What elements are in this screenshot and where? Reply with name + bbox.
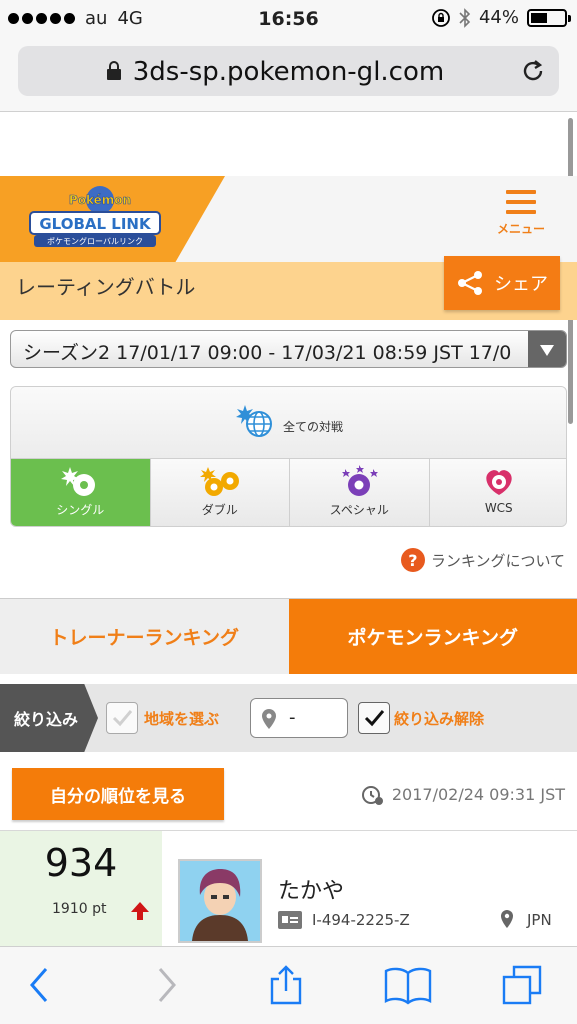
tab-trainer-ranking[interactable]: トレーナーランキング: [0, 599, 289, 674]
filter-label: 絞り込み: [0, 684, 98, 752]
svg-text:Pokémon: Pokémon: [69, 193, 131, 207]
filter-bar: 絞り込み 地域を選ぶ - 絞り込み解除: [0, 684, 577, 752]
check-icon: [364, 710, 385, 727]
svg-text:GLOBAL LINK: GLOBAL LINK: [39, 215, 152, 233]
tabs-icon[interactable]: [502, 965, 542, 1005]
hamburger-icon: [493, 190, 549, 214]
tab-pokemon-ranking[interactable]: ポケモンランキング: [288, 599, 577, 674]
country-code: JPN: [527, 911, 552, 929]
season-select[interactable]: シーズン2 17/01/17 09:00 - 17/03/21 08:59 JS…: [10, 330, 567, 368]
check-icon: [112, 710, 133, 727]
ranking-tabs: トレーナーランキング ポケモンランキング: [0, 598, 577, 674]
browser-address-area: 3ds-sp.pokemon-gl.com: [0, 40, 577, 112]
tab-wcs[interactable]: WCS: [429, 459, 566, 526]
special-battle-icon: [342, 465, 379, 496]
back-icon[interactable]: [20, 965, 60, 1005]
about-ranking-label: ランキングについて: [430, 551, 565, 570]
tab-special-label: スペシャル: [329, 503, 389, 517]
site-header: Pokémon GLOBAL LINK ポケモングローバルリンク メニュー: [0, 176, 577, 262]
location-value: -: [289, 707, 296, 728]
season-selected-value: シーズン2 17/01/17 09:00 - 17/03/21 08:59 JS…: [23, 342, 512, 364]
menu-button[interactable]: メニュー: [493, 190, 549, 250]
battle-type-panel: 全ての対戦 シングル ダブル スペシャル WCS: [10, 386, 567, 527]
refresh-clock-icon: [361, 786, 383, 805]
single-battle-icon: [61, 467, 96, 496]
battery-icon: [527, 8, 571, 27]
table-row[interactable]: 934 1910 pt たかや I-494-2225-Z JPN: [0, 830, 577, 947]
region-checkbox[interactable]: [106, 702, 138, 734]
rating-points: 1910 pt: [52, 901, 107, 917]
title-band: レーティングバトル シェア: [0, 256, 577, 320]
globe-icon: [236, 405, 272, 437]
about-ranking-link[interactable]: ? ランキングについて: [400, 548, 565, 572]
location-pin-icon: [501, 910, 513, 928]
all-battles-button[interactable]: 全ての対戦: [11, 387, 566, 459]
battery-percent: 44%: [478, 7, 519, 28]
last-updated: 2017/02/24 09:31 JST: [360, 782, 565, 806]
share-icon[interactable]: [266, 965, 306, 1005]
url-text: 3ds-sp.pokemon-gl.com: [132, 57, 445, 87]
share-icon: [458, 271, 482, 295]
browser-toolbar: [0, 946, 577, 1024]
id-card-icon: [278, 911, 302, 929]
view-my-rank-button[interactable]: 自分の順位を見る: [12, 768, 224, 820]
tab-double-label: ダブル: [201, 503, 238, 517]
status-bar: au 4G 16:56 44%: [0, 0, 577, 40]
address-bar[interactable]: 3ds-sp.pokemon-gl.com: [18, 46, 559, 96]
share-button[interactable]: シェア: [444, 256, 560, 310]
location-pin-icon: [262, 709, 276, 729]
pokemon-global-link-logo[interactable]: Pokémon GLOBAL LINK ポケモングローバルリンク: [28, 184, 163, 252]
help-icon: ?: [400, 548, 425, 572]
share-label: シェア: [494, 274, 548, 295]
avatar: [178, 859, 262, 943]
double-battle-icon: [199, 467, 239, 496]
location-input[interactable]: -: [250, 698, 348, 738]
trainer-name: たかや: [278, 879, 345, 904]
all-battles-label: 全ての対戦: [283, 420, 344, 434]
wcs-icon: [486, 470, 512, 495]
page-title: レーティングバトル: [16, 275, 196, 299]
forward-icon[interactable]: [146, 965, 186, 1005]
rank-number: 934: [44, 841, 118, 885]
updated-timestamp: 2017/02/24 09:31 JST: [391, 784, 565, 804]
player-id: I-494-2225-Z: [312, 911, 410, 929]
chevron-down-icon[interactable]: [528, 331, 566, 367]
release-filter-label[interactable]: 絞り込み解除: [394, 708, 484, 729]
menu-label: メニュー: [496, 222, 545, 236]
reload-icon[interactable]: [519, 57, 547, 85]
orientation-lock-icon: [432, 8, 450, 27]
rank-up-arrow-icon: [131, 902, 149, 920]
release-filter-checkbox[interactable]: [358, 702, 390, 734]
bluetooth-icon: [459, 7, 471, 28]
tab-single[interactable]: シングル: [11, 459, 151, 526]
bookmarks-icon[interactable]: [384, 965, 432, 1005]
svg-text:ポケモングローバルリンク: ポケモングローバルリンク: [47, 236, 143, 246]
region-label[interactable]: 地域を選ぶ: [144, 708, 219, 729]
tab-single-label: シングル: [56, 503, 105, 517]
tab-special[interactable]: スペシャル: [290, 459, 430, 526]
tab-double[interactable]: ダブル: [150, 459, 290, 526]
tab-wcs-label: WCS: [484, 501, 513, 515]
